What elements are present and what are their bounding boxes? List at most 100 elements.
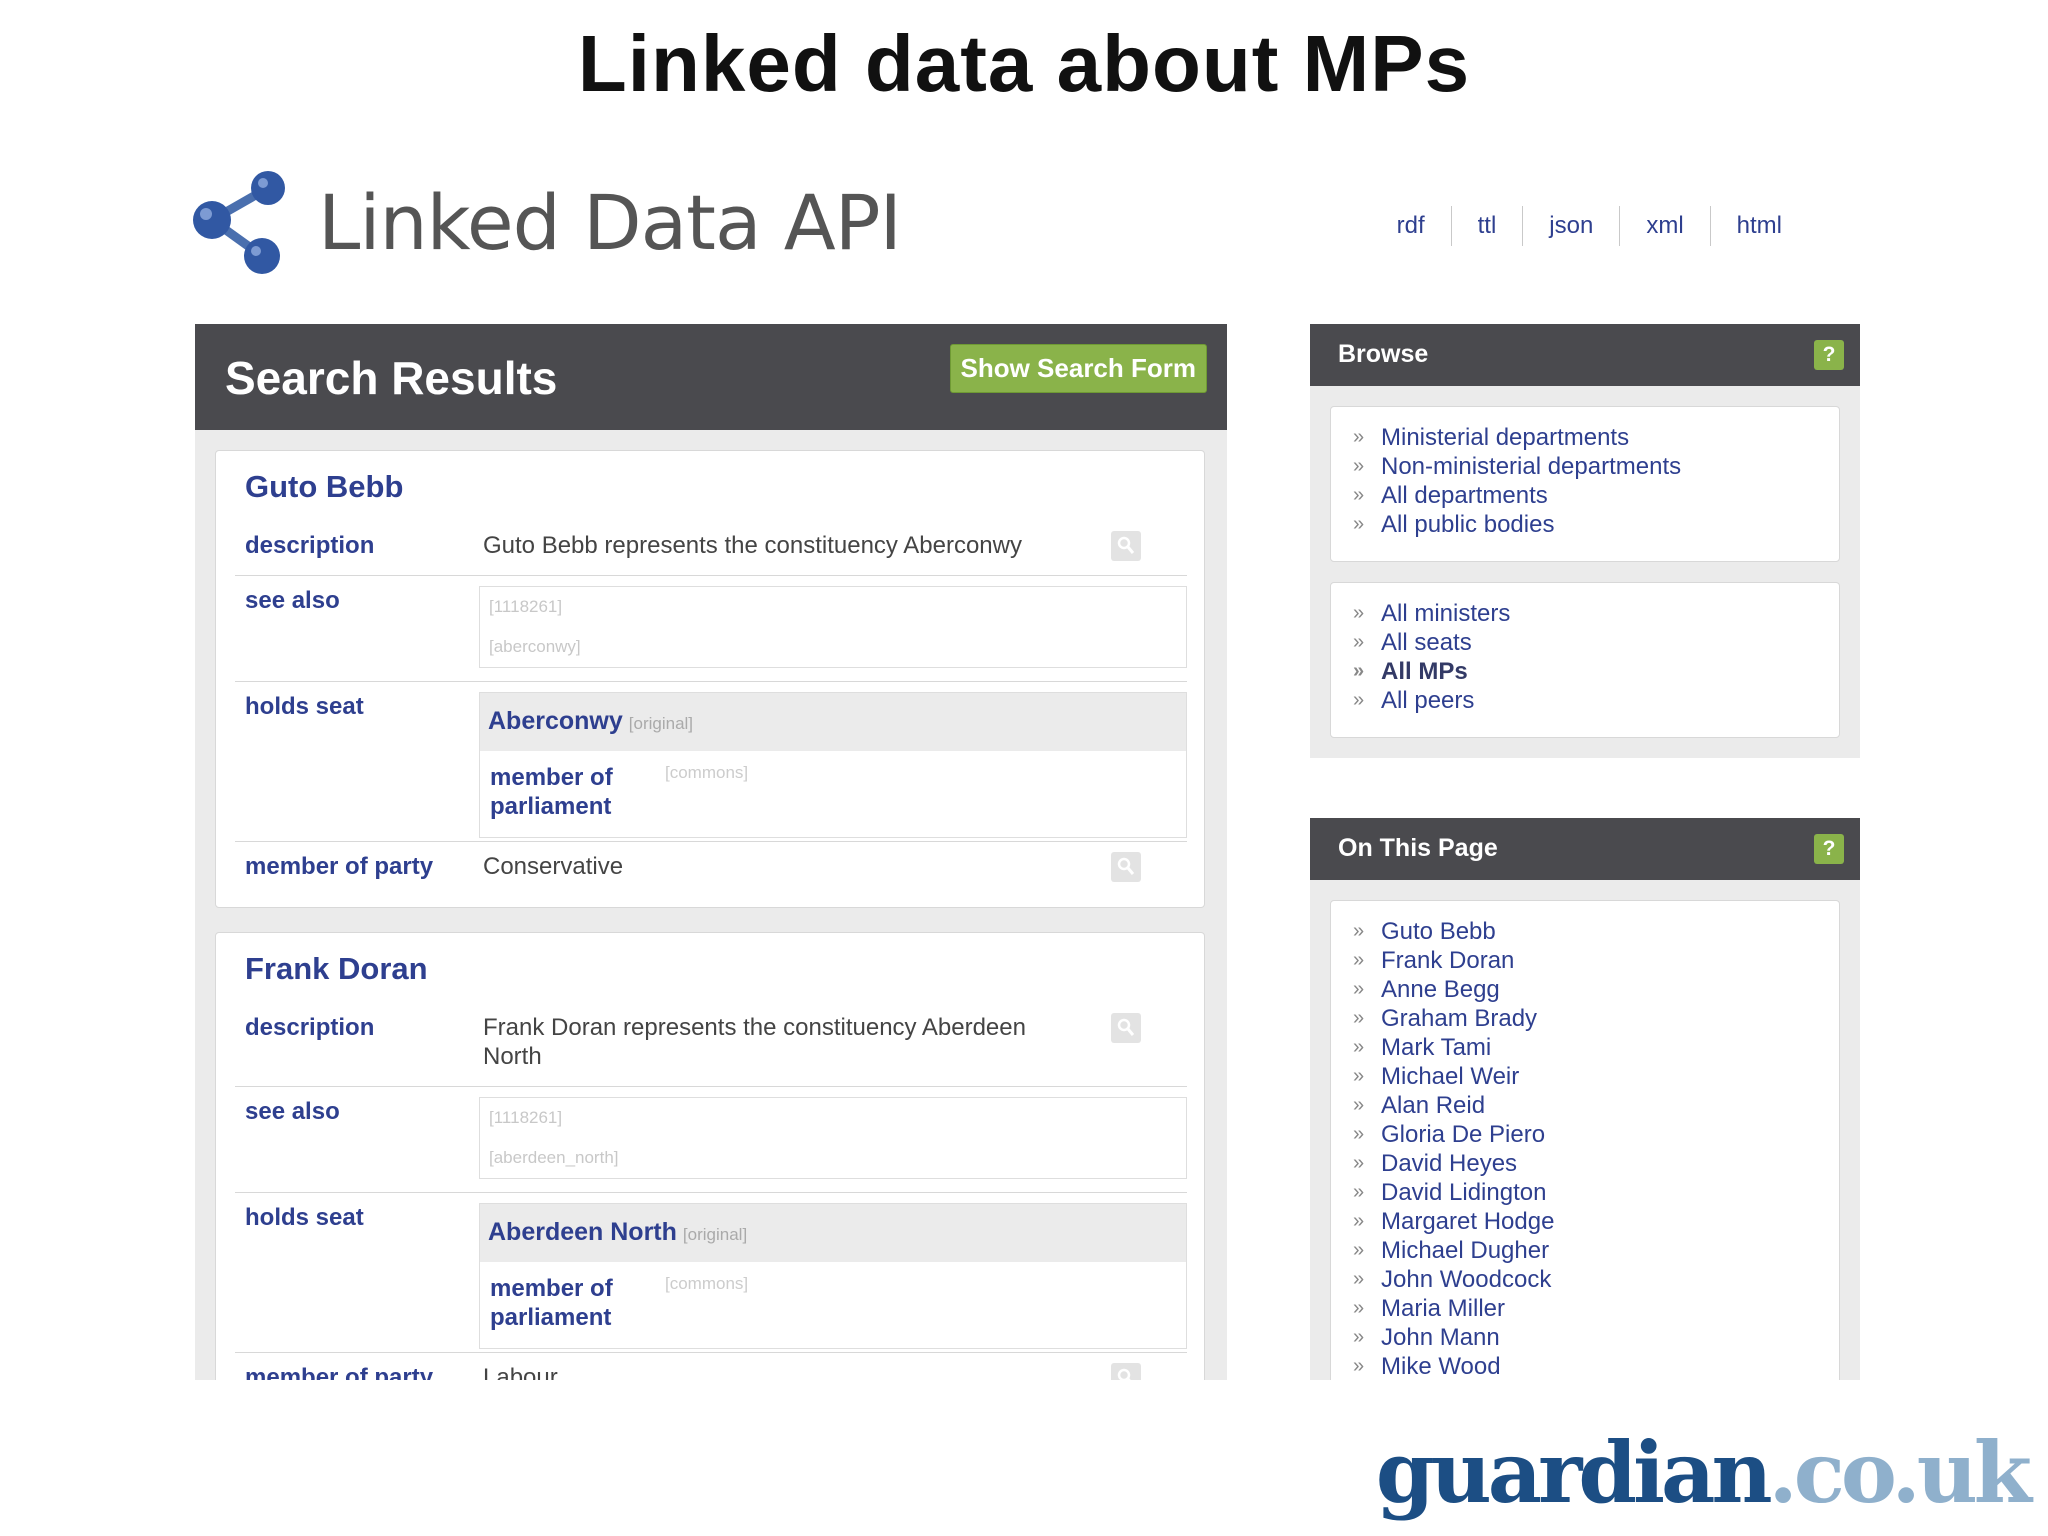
party-label: member of party xyxy=(245,1364,434,1380)
browse-link[interactable]: Ministerial departments xyxy=(1351,423,1681,452)
page-anchor-link[interactable]: David Heyes xyxy=(1351,1149,1554,1178)
seat-sub-tag[interactable]: [commons] xyxy=(665,1274,748,1294)
help-icon[interactable]: ? xyxy=(1814,340,1844,370)
page-anchor-link[interactable]: John Woodcock xyxy=(1351,1265,1554,1294)
see-also-link[interactable]: [1118261] xyxy=(489,597,562,617)
guardian-logo-main: guardian xyxy=(1375,1423,1773,1522)
page-anchor-link[interactable]: Guto Bebb xyxy=(1351,917,1554,946)
party-value: Conservative xyxy=(483,853,624,880)
browse-link[interactable]: Non-ministerial departments xyxy=(1351,452,1681,481)
seat-header: Aberconwy [original] xyxy=(480,693,1186,751)
search-results-panel: Search Results Show Search Form Guto Beb… xyxy=(195,324,1227,1380)
show-search-form-button[interactable]: Show Search Form xyxy=(949,344,1207,393)
see-also-link[interactable]: [aberdeen_north] xyxy=(489,1148,619,1168)
format-link-xml[interactable]: xml xyxy=(1619,206,1709,246)
page-anchor-link[interactable]: Anne Begg xyxy=(1351,975,1554,1004)
browse-link[interactable]: All peers xyxy=(1351,686,1510,715)
see-also-label: see also xyxy=(245,1098,340,1125)
holds-seat-label: holds seat xyxy=(245,1204,364,1231)
browse-link[interactable]: All public bodies xyxy=(1351,510,1681,539)
format-link-ttl[interactable]: ttl xyxy=(1450,206,1523,246)
see-also-box: [1118261] [aberdeen_north] xyxy=(479,1097,1187,1179)
format-link-html[interactable]: html xyxy=(1709,206,1808,246)
browse-link[interactable]: All ministers xyxy=(1351,599,1510,628)
page-anchor-link[interactable]: Maria Miller xyxy=(1351,1294,1554,1323)
page-anchor-link[interactable]: Mark Tami xyxy=(1351,1033,1554,1062)
format-link-rdf[interactable]: rdf xyxy=(1371,206,1451,246)
browse-departments-box: Ministerial departments Non-ministerial … xyxy=(1330,406,1840,562)
browse-link[interactable]: All departments xyxy=(1351,481,1681,510)
linked-data-logo-icon xyxy=(193,171,285,274)
description-row: description Guto Bebb represents the con… xyxy=(235,521,1187,576)
page-anchor-link[interactable]: Graham Brady xyxy=(1351,1004,1554,1033)
seat-link[interactable]: Aberconwy [original] xyxy=(488,707,693,736)
help-icon[interactable]: ? xyxy=(1814,834,1844,864)
on-this-page-title: On This Page xyxy=(1338,834,1498,862)
on-this-page-panel: On This Page ? Guto Bebb Frank Doran Ann… xyxy=(1310,818,1860,1380)
browse-title: Browse xyxy=(1338,340,1429,368)
page-anchor-link[interactable]: Margaret Hodge xyxy=(1351,1207,1554,1236)
page-anchor-link[interactable]: Alan Reid xyxy=(1351,1091,1554,1120)
format-links: rdf ttl json xml html xyxy=(1371,206,1808,246)
seat-box: Aberdeen North [original] member of parli… xyxy=(479,1203,1187,1349)
seat-sub-label: member of parliament xyxy=(490,1275,613,1331)
seat-sub-tag[interactable]: [commons] xyxy=(665,763,748,783)
mp-card: Frank Doran description Frank Doran repr… xyxy=(215,932,1205,1380)
seat-name: Aberdeen North xyxy=(488,1218,677,1246)
on-this-page-header: On This Page ? xyxy=(1310,818,1860,880)
browse-link-current[interactable]: All MPs xyxy=(1351,657,1510,686)
app-logo-text: Linked Data API xyxy=(318,178,902,267)
seat-name: Aberconwy xyxy=(488,707,623,735)
browse-people-box: All ministers All seats All MPs All peer… xyxy=(1330,582,1840,738)
page-anchor-link[interactable]: Gloria De Piero xyxy=(1351,1120,1554,1149)
guardian-logo: guardian.co.uk xyxy=(1375,1423,2032,1522)
search-results-header: Search Results Show Search Form xyxy=(195,324,1227,430)
see-also-link[interactable]: [1118261] xyxy=(489,1108,562,1128)
on-this-page-list: Guto Bebb Frank Doran Anne Begg Graham B… xyxy=(1351,917,1554,1380)
seat-sub-label: member of parliament xyxy=(490,764,613,820)
magnifier-icon[interactable] xyxy=(1111,852,1141,882)
browse-departments-list: Ministerial departments Non-ministerial … xyxy=(1351,423,1681,539)
holds-seat-row: holds seat Aberdeen North [original] memb… xyxy=(235,1193,1187,1353)
page-anchor-link[interactable]: Michael Weir xyxy=(1351,1062,1554,1091)
description-row: description Frank Doran represents the c… xyxy=(235,1003,1187,1087)
page-anchor-link[interactable]: Michael Dugher xyxy=(1351,1236,1554,1265)
see-also-row: see also [1118261] [aberdeen_north] xyxy=(235,1087,1187,1193)
mp-name[interactable]: Frank Doran xyxy=(245,951,428,987)
see-also-link[interactable]: [aberconwy] xyxy=(489,637,581,657)
mp-name[interactable]: Guto Bebb xyxy=(245,469,403,505)
mp-card: Guto Bebb description Guto Bebb represen… xyxy=(215,450,1205,908)
seat-tag[interactable]: [original] xyxy=(629,714,693,733)
holds-seat-row: holds seat Aberconwy [original] member of… xyxy=(235,682,1187,842)
magnifier-icon[interactable] xyxy=(1111,1363,1141,1380)
browse-panel: Browse ? Ministerial departments Non-min… xyxy=(1310,324,1860,758)
holds-seat-label: holds seat xyxy=(245,693,364,720)
seat-link[interactable]: Aberdeen North [original] xyxy=(488,1218,747,1247)
page-anchor-link[interactable]: John Mann xyxy=(1351,1323,1554,1352)
description-label: description xyxy=(245,1014,375,1041)
party-label: member of party xyxy=(245,853,434,880)
party-value: Labour xyxy=(483,1364,558,1380)
party-row: member of party Conservative xyxy=(235,842,1187,897)
seat-box: Aberconwy [original] member of parliament… xyxy=(479,692,1187,838)
page-anchor-link[interactable]: Mike Wood xyxy=(1351,1352,1554,1380)
party-row: member of party Labour xyxy=(235,1353,1187,1380)
slide-title: Linked data about MPs xyxy=(577,19,1471,108)
browse-header: Browse ? xyxy=(1310,324,1860,386)
seat-tag[interactable]: [original] xyxy=(683,1225,747,1244)
search-results-title: Search Results xyxy=(225,352,558,404)
magnifier-icon[interactable] xyxy=(1111,531,1141,561)
description-value: Guto Bebb represents the constituency Ab… xyxy=(483,532,1022,559)
magnifier-icon[interactable] xyxy=(1111,1013,1141,1043)
guardian-logo-suffix: .co.uk xyxy=(1768,1423,2032,1522)
format-link-json[interactable]: json xyxy=(1522,206,1619,246)
description-value: Frank Doran represents the constituency … xyxy=(483,1014,1026,1070)
browse-people-list: All ministers All seats All MPs All peer… xyxy=(1351,599,1510,715)
page-anchor-link[interactable]: Frank Doran xyxy=(1351,946,1554,975)
on-this-page-box: Guto Bebb Frank Doran Anne Begg Graham B… xyxy=(1330,900,1840,1380)
see-also-row: see also [1118261] [aberconwy] xyxy=(235,576,1187,682)
see-also-label: see also xyxy=(245,587,340,614)
description-label: description xyxy=(245,532,375,559)
browse-link[interactable]: All seats xyxy=(1351,628,1510,657)
page-anchor-link[interactable]: David Lidington xyxy=(1351,1178,1554,1207)
